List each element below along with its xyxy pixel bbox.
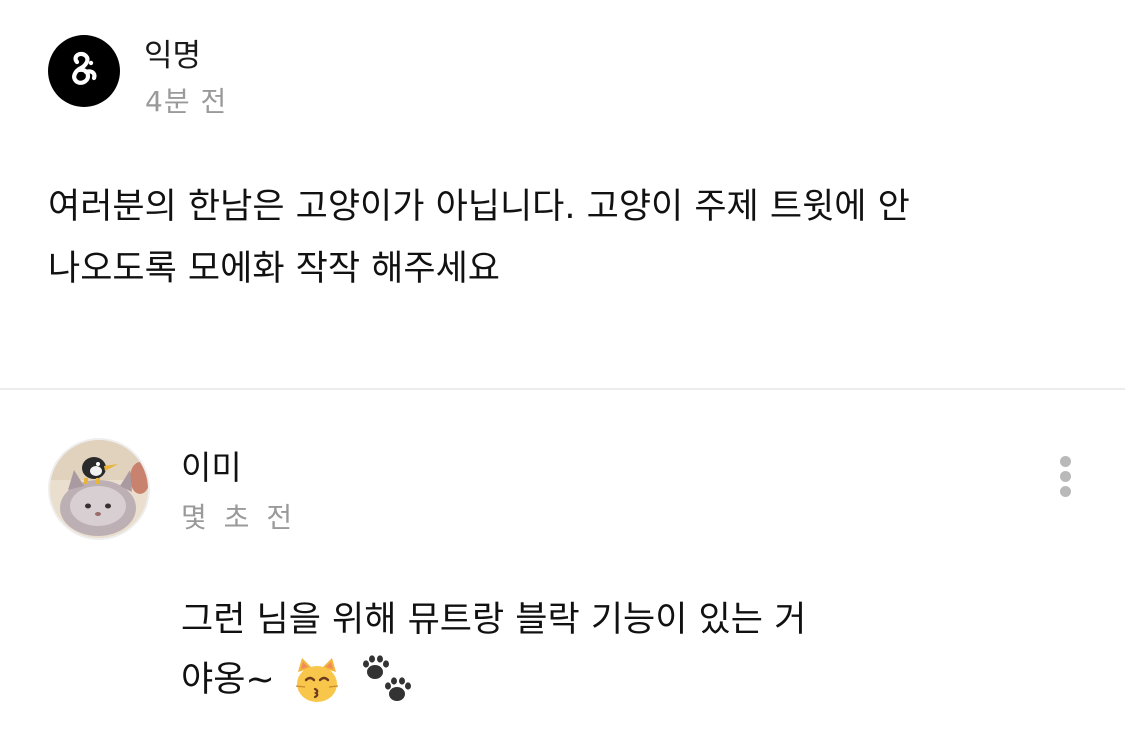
comment-body: 그런 님을 위해 뮤트랑 블락 기능이 있는 거 야옹~: [181, 590, 1061, 710]
kissing-cat-emoji-icon: [295, 658, 338, 702]
comment-body-line: 야옹~: [181, 650, 1061, 710]
paw-prints-emoji-icon: [363, 655, 412, 701]
comment-timestamp: 몇 초 전: [181, 501, 297, 534]
comment: 이미 몇 초 전 그런 님을 위해 뮤트랑 블락 기능이 있는 거 야옹~: [0, 390, 1125, 753]
more-dot-icon: [1060, 456, 1071, 467]
comment-body-text: 야옹~: [181, 660, 275, 700]
post-author-name: 익명: [144, 38, 202, 74]
post-timestamp: 4분 전: [145, 85, 228, 118]
post-body-line: 나오도록 모에화 작작 해주세요: [48, 249, 500, 289]
post-body-line: 여러분의 한남은 고양이가 아닙니다. 고양이 주제 트윗에 안: [48, 187, 910, 227]
anonymous-avatar[interactable]: [48, 35, 120, 107]
bird-logo-icon: [72, 51, 97, 85]
comment-author-name: 이미: [181, 448, 242, 487]
more-options-button[interactable]: [1048, 452, 1084, 500]
more-dot-icon: [1060, 486, 1071, 497]
post: 익명 4분 전 여러분의 한남은 고양이가 아닙니다. 고양이 주제 트윗에 안…: [0, 0, 1125, 388]
cat-with-bird-avatar-image: [50, 440, 148, 538]
avatar[interactable]: [50, 440, 148, 538]
post-body: 여러분의 한남은 고양이가 아닙니다. 고양이 주제 트윗에 안 나오도록 모에…: [48, 176, 1088, 300]
comment-body-line: 그런 님을 위해 뮤트랑 블락 기능이 있는 거: [181, 600, 807, 640]
more-dot-icon: [1060, 471, 1071, 482]
